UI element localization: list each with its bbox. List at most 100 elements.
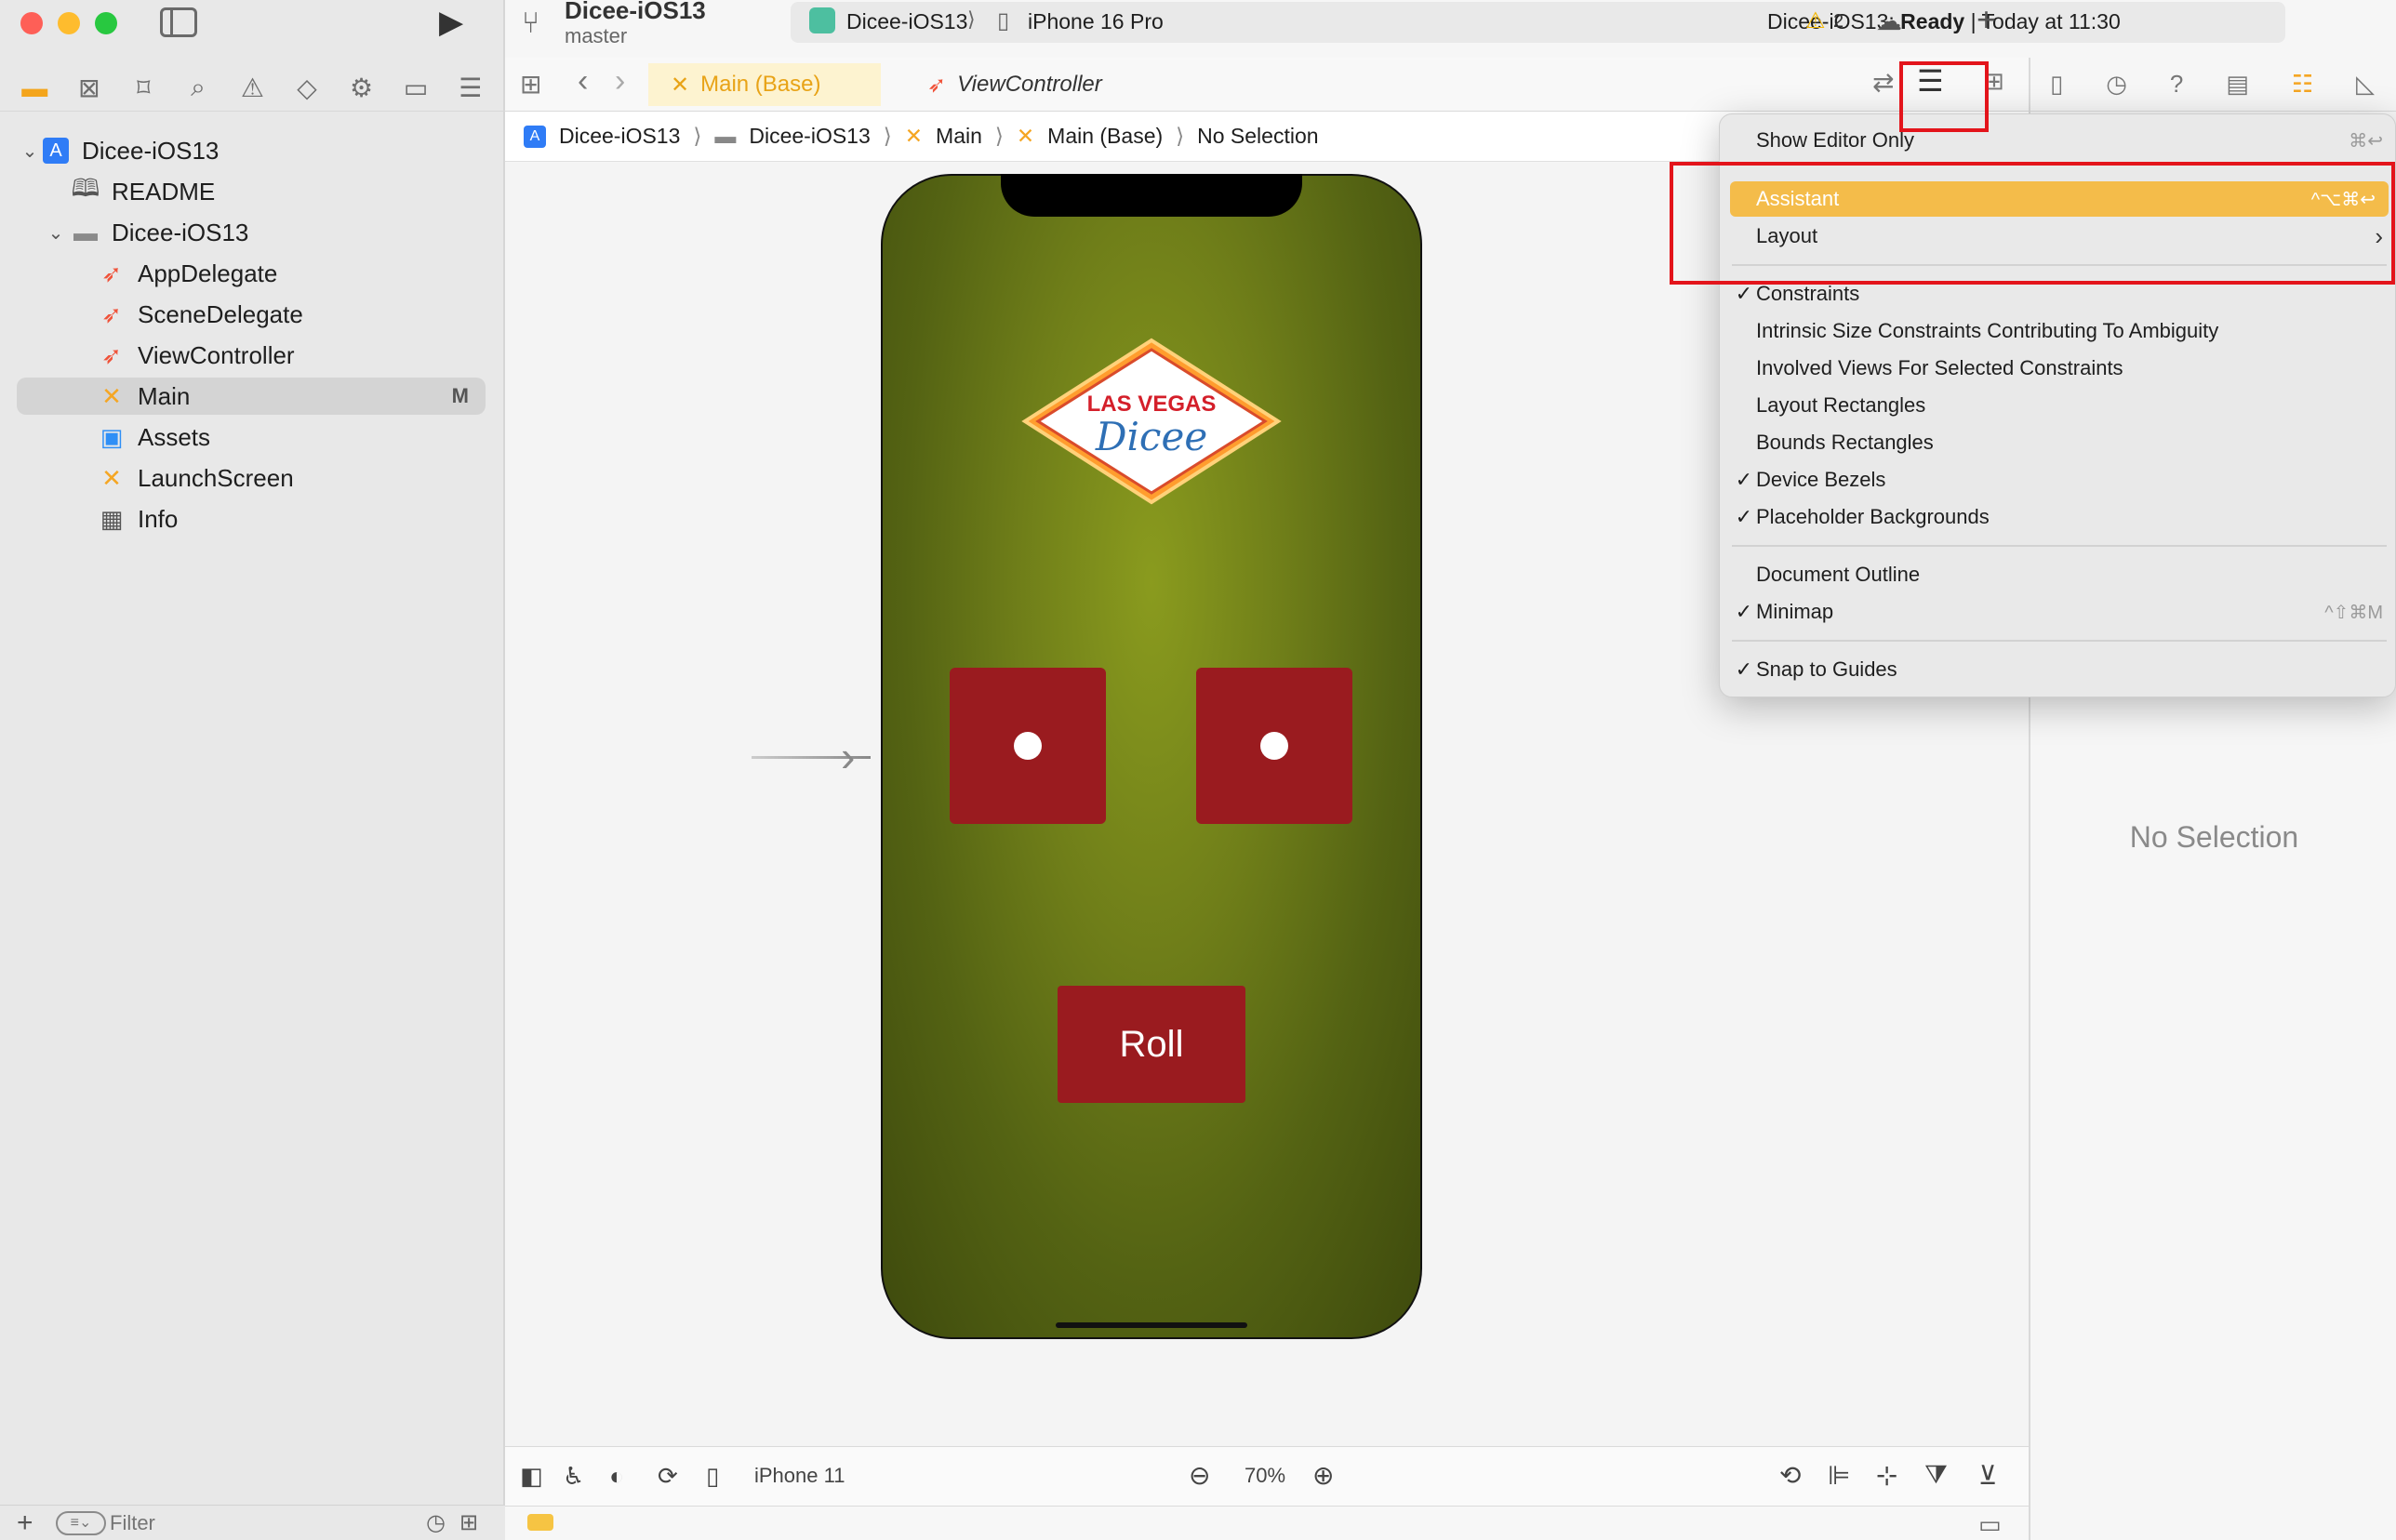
align-icon[interactable]: ⊫ — [1828, 1460, 1850, 1491]
chevron-right-icon: ⟩ — [883, 124, 892, 148]
menu-item-show-editor-only[interactable]: Show Editor Only ⌘↩ — [1732, 123, 2396, 158]
dice-image-right[interactable] — [1196, 668, 1352, 824]
tree-item-project[interactable]: ⌄ A Dicee-iOS13 — [17, 132, 486, 169]
debug-icon[interactable]: ⚙ — [343, 73, 380, 103]
dice-image-left[interactable] — [950, 668, 1106, 824]
file-inspector-icon[interactable]: ▯ — [2050, 70, 2063, 99]
tree-item-readme[interactable]: 🕮 README — [17, 173, 486, 210]
activity-view: Dicee-iOS13 ⟩ ▯ iPhone 16 Pro Dicee-iOS1… — [791, 2, 2285, 43]
cloud-icon[interactable]: ☁ — [1876, 6, 1902, 36]
las-vegas-logo[interactable]: LAS VEGAS Dicee — [1021, 337, 1282, 506]
roll-button[interactable]: Roll — [1058, 986, 1245, 1103]
update-frames-icon[interactable]: ⟲ — [1779, 1460, 1801, 1491]
menu-item-placeholder-backgrounds[interactable]: ✓ Placeholder Backgrounds — [1732, 499, 2396, 535]
resolve-issues-icon[interactable]: ⧩ — [1924, 1460, 1948, 1491]
identity-inspector-icon[interactable]: ▤ — [2226, 70, 2249, 99]
menu-item-label: Placeholder Backgrounds — [1756, 505, 1990, 528]
chevron-down-icon[interactable]: ⌄ — [17, 139, 43, 163]
zoom-in-icon[interactable]: ⊕ — [1312, 1460, 1334, 1491]
report-icon[interactable]: ☰ — [452, 73, 489, 103]
menu-item-minimap[interactable]: ✓ Minimap ^⇧⌘M — [1732, 594, 2396, 630]
breadcrumb-item[interactable]: Dicee-iOS13 — [559, 124, 680, 149]
folder-icon[interactable]: ▬ — [16, 73, 53, 103]
device-icon[interactable]: ▯ — [706, 1462, 719, 1491]
status-state: Ready — [1900, 9, 1965, 33]
document-outline-icon[interactable]: ◧ — [520, 1462, 543, 1491]
zoom-level[interactable]: 70% — [1245, 1464, 1285, 1488]
storyboard-icon: ✕ — [1016, 124, 1035, 148]
appearance-icon[interactable]: ◐ — [609, 1462, 624, 1491]
zoom-window-button[interactable] — [95, 12, 117, 34]
tree-item-viewcontroller[interactable]: ➶ ViewController — [17, 337, 486, 374]
attributes-inspector-icon[interactable]: ☷ — [2292, 70, 2313, 99]
menu-item-document-outline[interactable]: Document Outline — [1732, 557, 2396, 592]
close-window-button[interactable] — [20, 12, 43, 34]
filter-input[interactable] — [110, 1509, 417, 1537]
tree-item-main[interactable]: ✕ Main M — [17, 378, 486, 415]
breakpoint-icon[interactable]: ▭ — [397, 73, 434, 103]
related-items-icon[interactable]: ⊞ — [520, 69, 541, 100]
tree-item-info[interactable]: ▦ Info — [17, 500, 486, 538]
add-library-icon[interactable]: + — [1977, 0, 1996, 39]
tree-item-scenedelegate[interactable]: ➶ SceneDelegate — [17, 296, 486, 333]
hide-debug-area-icon[interactable]: ▭ — [1978, 1510, 2002, 1539]
breadcrumb-item[interactable]: Main — [936, 124, 982, 149]
help-inspector-icon[interactable]: ? — [2170, 70, 2183, 99]
device-label[interactable]: iPhone 11 — [754, 1464, 845, 1488]
warning-icon[interactable]: ⚠ — [233, 73, 271, 103]
home-indicator — [1056, 1322, 1247, 1328]
history-inspector-icon[interactable]: ◷ — [2106, 70, 2127, 99]
editor-tab-bar: ⊞ ‹ › ✕ Main (Base) ➶ ViewController ⇄ ☰… — [505, 58, 2029, 112]
tree-item-appdelegate[interactable]: ➶ AppDelegate — [17, 255, 486, 292]
tree-item-label: Assets — [138, 422, 211, 451]
menu-item-involved-views[interactable]: Involved Views For Selected Constraints — [1732, 351, 2396, 386]
project-title[interactable]: Dicee-iOS13 — [565, 0, 706, 25]
back-icon[interactable]: ‹ — [578, 63, 588, 100]
run-button[interactable]: ▶ — [439, 4, 463, 41]
add-constraints-icon[interactable]: ⊹ — [1876, 1460, 1897, 1491]
size-inspector-icon[interactable]: ◺ — [2356, 70, 2375, 99]
tab-main-base[interactable]: ✕ Main (Base) — [648, 63, 881, 106]
search-icon[interactable]: ⌕ — [180, 73, 217, 103]
branch-name[interactable]: master — [565, 24, 627, 48]
filter-options-icon[interactable]: ≡⌄ — [56, 1511, 106, 1535]
menu-item-intrinsic-size[interactable]: Intrinsic Size Constraints Contributing … — [1732, 313, 2396, 349]
menu-item-layout-rectangles[interactable]: Layout Rectangles — [1732, 388, 2396, 423]
bookmark-icon[interactable]: ⌑ — [125, 73, 162, 103]
breadcrumb-item[interactable]: Dicee-iOS13 — [749, 124, 870, 149]
menu-item-shortcut: ^⇧⌘M — [2324, 602, 2383, 623]
menu-item-label: Intrinsic Size Constraints Contributing … — [1756, 319, 2219, 342]
chevron-right-icon: ⟩ — [1176, 124, 1185, 148]
menu-item-bounds-rectangles[interactable]: Bounds Rectangles — [1732, 425, 2396, 460]
add-icon[interactable]: + — [17, 1507, 33, 1539]
tab-viewcontroller[interactable]: ➶ ViewController — [905, 63, 1125, 106]
scm-filter-icon[interactable]: ⊞ — [459, 1509, 478, 1536]
breadcrumb-item[interactable]: Main (Base) — [1047, 124, 1163, 149]
orientation-icon[interactable]: ⟳ — [658, 1462, 678, 1491]
logo-bottom-text: Dicee — [1095, 414, 1207, 459]
tree-item-label: Main — [138, 381, 191, 410]
menu-item-snap-to-guides[interactable]: ✓ Snap to Guides — [1732, 652, 2396, 687]
toggle-sidebar-icon[interactable] — [160, 7, 197, 37]
warning-icon[interactable]: ⚠ — [1805, 7, 1826, 34]
breadcrumb-item[interactable]: No Selection — [1197, 124, 1318, 149]
storyboard-icon: ✕ — [671, 72, 690, 98]
accessibility-icon[interactable]: ♿ — [563, 1462, 584, 1491]
tree-item-group[interactable]: ⌄ ▬ Dicee-iOS13 — [17, 214, 486, 251]
tree-item-label: LaunchScreen — [138, 463, 294, 492]
chevron-down-icon[interactable]: ⌄ — [43, 221, 69, 245]
recent-files-icon[interactable]: ◷ — [426, 1509, 446, 1536]
warning-count[interactable]: 2 — [1833, 11, 1844, 33]
embed-in-icon[interactable]: ⊻ — [1978, 1460, 1998, 1491]
swap-editors-icon[interactable]: ⇄ — [1872, 67, 1894, 98]
test-icon[interactable]: ◇ — [288, 73, 326, 103]
minimize-window-button[interactable] — [58, 12, 80, 34]
tree-item-assets[interactable]: ▣ Assets — [17, 418, 486, 456]
tree-item-launchscreen[interactable]: ✕ LaunchScreen — [17, 459, 486, 497]
zoom-out-icon[interactable]: ⊖ — [1189, 1460, 1210, 1491]
scheme-selector[interactable]: Dicee-iOS13 — [846, 9, 967, 34]
device-selector[interactable]: iPhone 16 Pro — [1028, 9, 1164, 34]
menu-item-device-bezels[interactable]: ✓ Device Bezels — [1732, 462, 2396, 498]
forward-icon[interactable]: › — [615, 63, 625, 100]
source-control-icon[interactable]: ⊠ — [71, 73, 108, 103]
